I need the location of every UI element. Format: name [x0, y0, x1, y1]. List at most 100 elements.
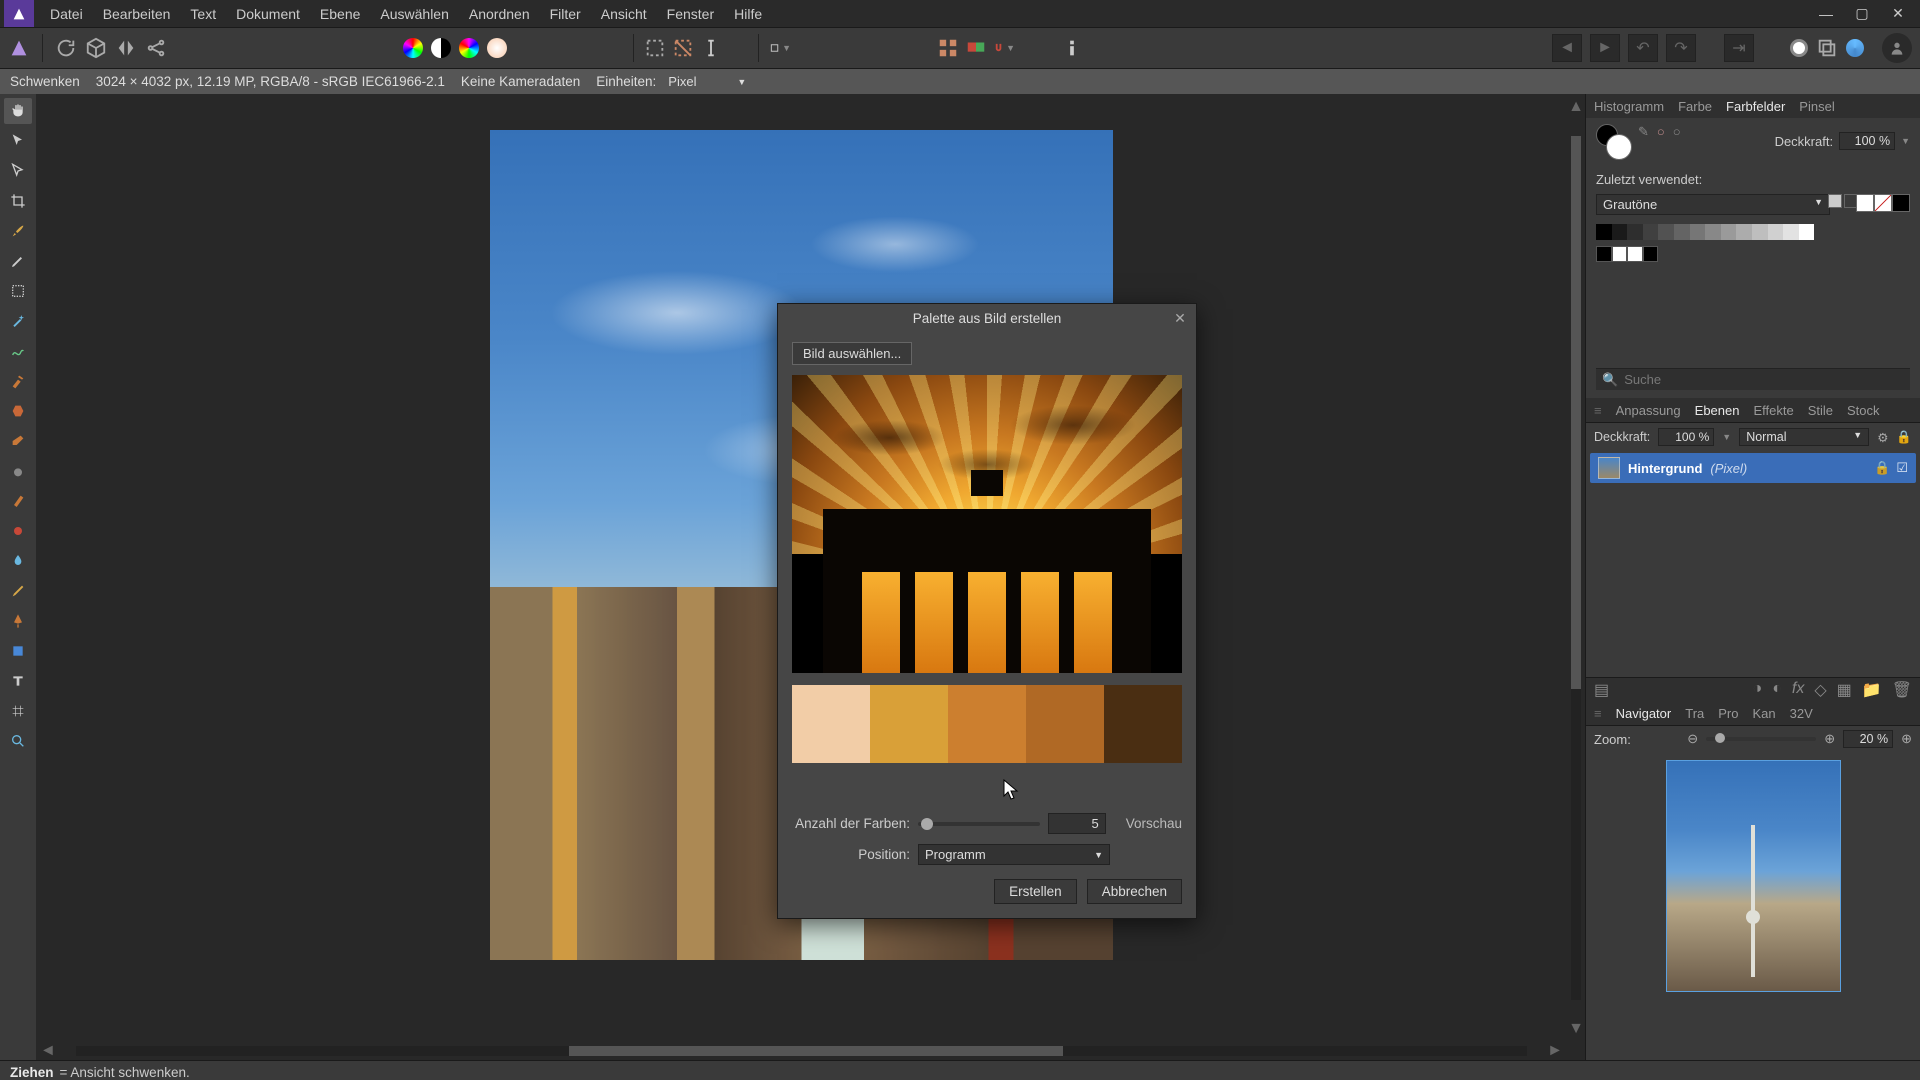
deselect-icon[interactable] — [672, 37, 694, 59]
swatch-1[interactable] — [792, 685, 870, 763]
mini-swatch[interactable] — [1612, 246, 1628, 262]
mini-swatches[interactable] — [1596, 246, 1658, 262]
dialog-close-button[interactable]: ✕ — [1170, 308, 1190, 328]
mixer-tool[interactable] — [4, 578, 32, 604]
trash-icon[interactable]: 🗑 — [1892, 680, 1912, 700]
layer-row-hintergrund[interactable]: Hintergrund (Pixel) 🔒☑ — [1590, 453, 1916, 483]
mini-swatch[interactable] — [1596, 246, 1612, 262]
info-icon[interactable] — [1061, 37, 1083, 59]
dropper-tool[interactable] — [4, 548, 32, 574]
light-wheel-icon[interactable] — [487, 38, 507, 58]
menu-text[interactable]: Text — [180, 2, 226, 26]
rgb-wheel-icon[interactable] — [403, 38, 423, 58]
position-select[interactable]: Programm▼ — [918, 844, 1110, 865]
account-button[interactable] — [1882, 33, 1912, 63]
tab-tra[interactable]: Tra — [1685, 706, 1704, 721]
marquee-tool[interactable] — [4, 278, 32, 304]
zoom-tool[interactable] — [4, 728, 32, 754]
grayscale-swatch[interactable] — [1736, 224, 1752, 240]
grayscale-swatch[interactable] — [1612, 224, 1628, 240]
hue-wheel-icon[interactable] — [459, 38, 479, 58]
circle1-icon[interactable] — [1790, 39, 1808, 57]
grayscale-palette[interactable] — [1596, 224, 1910, 240]
close-button[interactable]: ✕ — [1880, 0, 1916, 27]
zoom-value-input[interactable] — [1843, 730, 1893, 748]
horizontal-scrollbar[interactable]: ◄► — [36, 1042, 1567, 1060]
magnet-dropdown-icon[interactable]: ▼ — [993, 37, 1015, 59]
grayscale-swatch[interactable] — [1658, 224, 1674, 240]
history-back-button[interactable]: ◄ — [1552, 34, 1582, 62]
grayscale-swatch[interactable] — [1643, 224, 1659, 240]
zoom-in-icon[interactable]: ⊕ — [1824, 731, 1835, 747]
export-button[interactable]: ⇥ — [1724, 34, 1754, 62]
grayscale-swatch[interactable] — [1721, 224, 1737, 240]
freehand-tool[interactable] — [4, 338, 32, 364]
grayscale-swatch[interactable] — [1799, 224, 1815, 240]
create-button[interactable]: Erstellen — [994, 879, 1077, 904]
bw-wheel-icon[interactable] — [431, 38, 451, 58]
history-redo-button[interactable]: ↷ — [1666, 34, 1696, 62]
tab-ebenen[interactable]: Ebenen — [1695, 403, 1740, 418]
mask-icon[interactable]: ◑ — [1753, 680, 1763, 700]
tab-pinsel[interactable]: Pinsel — [1799, 99, 1834, 114]
node-tool[interactable] — [4, 158, 32, 184]
opacity-input[interactable] — [1839, 132, 1895, 150]
pen-tool[interactable] — [4, 608, 32, 634]
preview-link[interactable]: Vorschau — [1126, 816, 1182, 831]
fill-stroke-toggle[interactable] — [1856, 194, 1910, 212]
swap-mini-icon[interactable]: ○ — [1657, 124, 1665, 140]
gear-icon[interactable]: ⚙ — [1877, 430, 1888, 445]
cube-icon[interactable] — [85, 37, 107, 59]
grayscale-swatch[interactable] — [1783, 224, 1799, 240]
palette-select[interactable]: Grautöne▼ — [1596, 194, 1830, 215]
grid-toggle[interactable] — [1828, 194, 1858, 208]
pan-tool[interactable] — [4, 98, 32, 124]
history-undo-button[interactable]: ↶ — [1628, 34, 1658, 62]
menu-dokument[interactable]: Dokument — [226, 2, 310, 26]
menu-fenster[interactable]: Fenster — [657, 2, 724, 26]
move-tool[interactable] — [4, 128, 32, 154]
color-count-slider[interactable] — [918, 822, 1040, 826]
grayscale-swatch[interactable] — [1690, 224, 1706, 240]
menu-bearbeiten[interactable]: Bearbeiten — [93, 2, 181, 26]
zoom-fit-icon[interactable]: ⊕ — [1901, 731, 1912, 747]
minimize-button[interactable]: — — [1808, 0, 1844, 27]
tab-farbe[interactable]: Farbe — [1678, 99, 1712, 114]
stack-icon[interactable] — [1816, 37, 1838, 59]
cancel-button[interactable]: Abbrechen — [1087, 879, 1182, 904]
swatch-4[interactable] — [1026, 685, 1104, 763]
adjust-icon[interactable]: ◐ — [1772, 680, 1782, 700]
blend-mode-select[interactable]: Normal▼ — [1739, 428, 1869, 446]
redeye-tool[interactable] — [4, 518, 32, 544]
zoom-out-icon[interactable]: ⊖ — [1687, 731, 1698, 747]
refresh-icon[interactable] — [55, 37, 77, 59]
pencil-tool[interactable] — [4, 248, 32, 274]
grayscale-swatch[interactable] — [1705, 224, 1721, 240]
dodge-tool[interactable] — [4, 488, 32, 514]
layer-visible-icon[interactable]: ☑ — [1896, 460, 1908, 476]
menu-auswaehlen[interactable]: Auswählen — [370, 2, 459, 26]
history-fwd-button[interactable]: ► — [1590, 34, 1620, 62]
lock-icon[interactable]: 🔒 — [1896, 430, 1912, 445]
tab-navigator[interactable]: Navigator — [1616, 706, 1672, 721]
marquee-icon[interactable] — [644, 37, 666, 59]
zoom-slider[interactable] — [1706, 737, 1816, 741]
text-tool[interactable] — [4, 668, 32, 694]
navigator-preview[interactable] — [1666, 760, 1841, 992]
menu-datei[interactable]: Datei — [40, 2, 93, 26]
wand-tool[interactable] — [4, 308, 32, 334]
tab-32v[interactable]: 32V — [1790, 706, 1813, 721]
maximize-button[interactable]: ▢ — [1844, 0, 1880, 27]
tab-kan[interactable]: Kan — [1753, 706, 1776, 721]
tab-anpassung[interactable]: Anpassung — [1616, 403, 1681, 418]
smudge-tool[interactable] — [4, 428, 32, 454]
menu-ansicht[interactable]: Ansicht — [591, 2, 657, 26]
add-layer-icon[interactable]: ▦ — [1837, 680, 1852, 700]
tab-stock[interactable]: Stock — [1847, 403, 1880, 418]
menu-filter[interactable]: Filter — [540, 2, 591, 26]
menu-anordnen[interactable]: Anordnen — [459, 2, 540, 26]
grayscale-swatch[interactable] — [1674, 224, 1690, 240]
brush-tool[interactable] — [4, 218, 32, 244]
mini-swatch[interactable] — [1627, 246, 1643, 262]
menu-ebene[interactable]: Ebene — [310, 2, 370, 26]
